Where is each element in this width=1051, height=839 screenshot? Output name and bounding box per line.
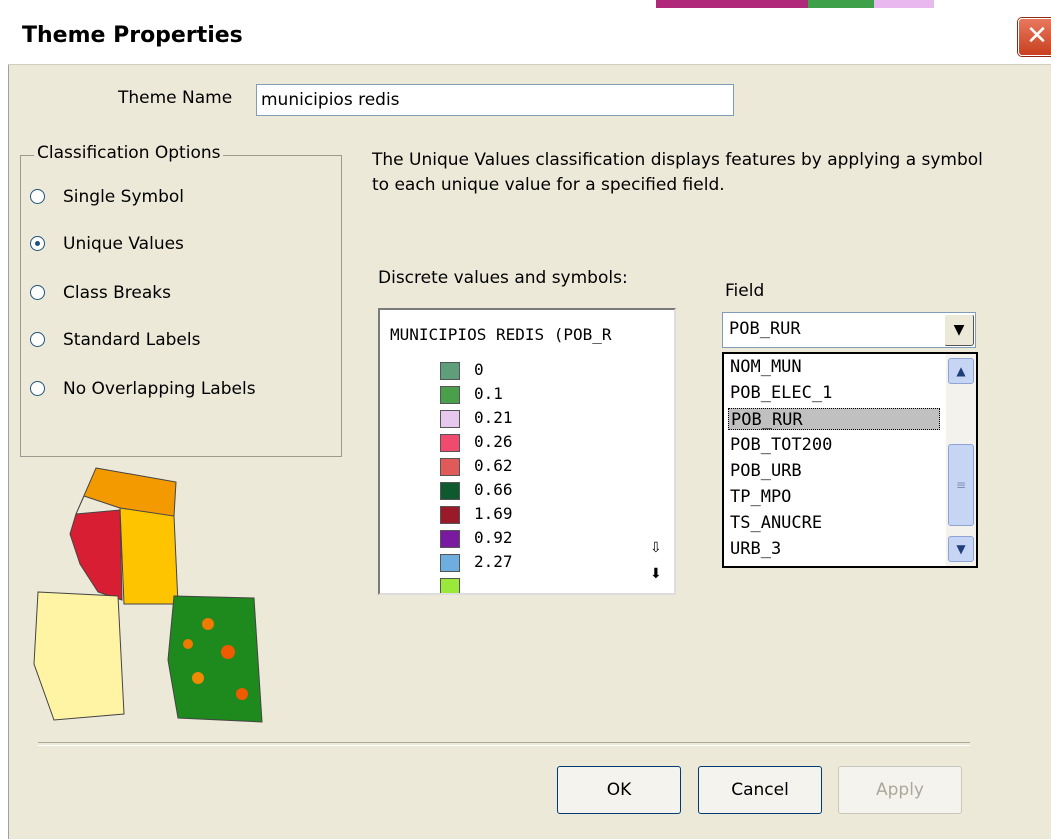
- discrete-values-label: Discrete values and symbols:: [378, 268, 628, 288]
- arrow-down-icon[interactable]: ⬇: [650, 566, 662, 582]
- radio-label: Unique Values: [63, 234, 184, 254]
- radio-icon: [30, 285, 45, 300]
- radio-label: Standard Labels: [63, 330, 201, 350]
- title-bar: Theme Properties ✕: [8, 8, 1051, 65]
- legend-value: 0: [474, 360, 484, 379]
- discrete-values-list[interactable]: MUNICIPIOS REDIS (POB_R 0 0.1 0.21 0.26 …: [378, 308, 676, 595]
- swatch-icon: [440, 410, 460, 428]
- swatch-icon: [440, 434, 460, 452]
- swatch-icon: [440, 482, 460, 500]
- legend-header: MUNICIPIOS REDIS (POB_R: [390, 325, 612, 344]
- field-option[interactable]: POB_TOT200: [728, 434, 940, 456]
- legend-value: 0.62: [474, 456, 513, 475]
- maps-illustration-icon: [33, 467, 263, 723]
- field-option[interactable]: TP_MPO: [728, 486, 940, 508]
- scroll-thumb[interactable]: ≡: [948, 444, 974, 526]
- field-option[interactable]: NOM_MUN: [728, 356, 940, 378]
- background-map-swatch: [874, 0, 934, 8]
- swatch-icon: [440, 578, 460, 593]
- field-dropdown-list[interactable]: NOM_MUN POB_ELEC_1 POB_RUR POB_TOT200 PO…: [722, 352, 978, 568]
- theme-name-input[interactable]: municipios redis: [256, 84, 734, 116]
- radio-label: Single Symbol: [63, 187, 184, 207]
- ok-button[interactable]: OK: [557, 766, 681, 814]
- classification-description: The Unique Values classification display…: [372, 150, 983, 195]
- close-button[interactable]: ✕: [1018, 18, 1051, 56]
- field-option[interactable]: POB_URB: [728, 460, 940, 482]
- radio-icon: [30, 332, 45, 347]
- window-left-edge: [0, 8, 9, 839]
- radio-icon: [30, 189, 45, 204]
- swatch-icon: [440, 362, 460, 380]
- apply-button[interactable]: Apply: [838, 766, 962, 814]
- cancel-button[interactable]: Cancel: [698, 766, 822, 814]
- theme-name-label: Theme Name: [118, 88, 233, 108]
- arrow-up-outline-icon[interactable]: ⇩: [650, 540, 662, 556]
- field-option-selected[interactable]: POB_RUR: [728, 408, 940, 430]
- radio-selected-icon: [30, 236, 45, 251]
- field-dropdown-value: POB_RUR: [729, 319, 801, 339]
- classification-options-title: Classification Options: [34, 143, 224, 163]
- legend-value: 0.92: [474, 528, 513, 547]
- scrollbar[interactable]: ▲ ≡ ▼: [946, 354, 976, 566]
- field-option[interactable]: URB_3: [728, 538, 940, 560]
- scroll-up-icon[interactable]: ▲: [948, 358, 974, 384]
- swatch-icon: [440, 458, 460, 476]
- chevron-down-icon[interactable]: ▼: [944, 314, 974, 346]
- background-strip: [0, 0, 1051, 8]
- scroll-down-icon[interactable]: ▼: [948, 536, 974, 562]
- swatch-icon: [440, 554, 460, 572]
- field-label: Field: [725, 281, 765, 301]
- swatch-icon: [440, 386, 460, 404]
- legend-value: 0.26: [474, 432, 513, 451]
- legend-value: 0.66: [474, 480, 513, 499]
- radio-label: Class Breaks: [63, 283, 171, 303]
- legend-value: 2.27: [474, 552, 513, 571]
- background-map-swatch: [656, 0, 808, 8]
- window-title: Theme Properties: [22, 23, 243, 48]
- close-icon: ✕: [1026, 21, 1048, 51]
- legend-value: 0.21: [474, 408, 513, 427]
- swatch-icon: [440, 530, 460, 548]
- legend-value: 0.1: [474, 384, 503, 403]
- background-map-swatch: [808, 0, 874, 8]
- field-dropdown[interactable]: POB_RUR ▼: [722, 312, 976, 348]
- separator: [38, 742, 970, 746]
- field-option[interactable]: POB_ELEC_1: [728, 382, 940, 404]
- field-option[interactable]: TS_ANUCRE: [728, 512, 940, 534]
- legend-value: 1.69: [474, 504, 513, 523]
- radio-icon: [30, 381, 45, 396]
- swatch-icon: [440, 506, 460, 524]
- radio-label: No Overlapping Labels: [63, 379, 256, 399]
